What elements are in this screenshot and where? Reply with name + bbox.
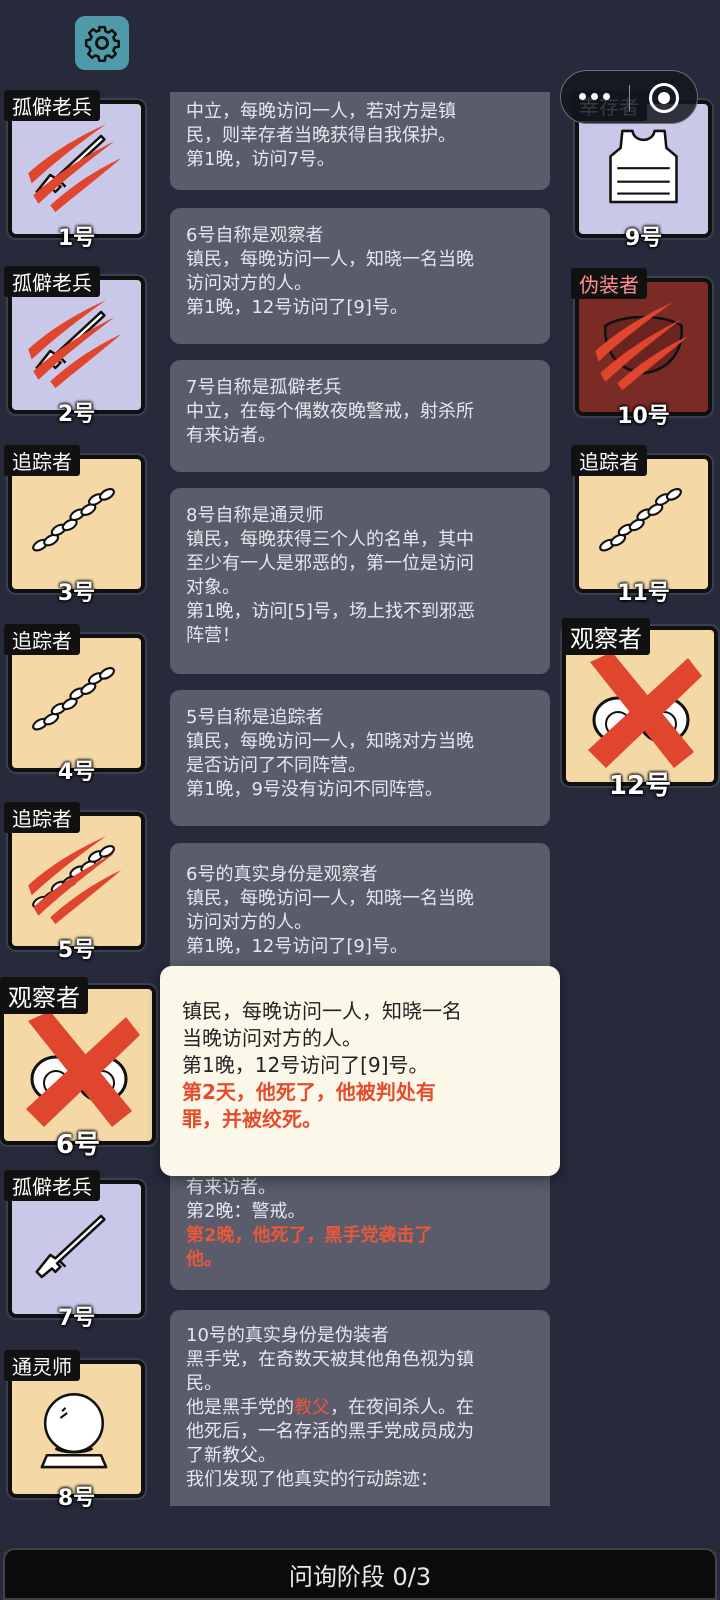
player-number: 12号 [608,771,672,801]
role-tag: 孤僻老兵 [4,90,100,121]
player-card-7[interactable]: 孤僻老兵 7号 [4,1170,145,1331]
log-entry: 6号的真实身份是观察者 镇民，每晚访问一人，知晓一名当晚 访问对方的人。 第1晚… [170,843,550,979]
log-entry: 7号自称是孤僻老兵 中立，在每个偶数夜晚警戒，射杀所 有来访者。 [170,360,550,472]
player-card-6[interactable]: 观察者 6号 [0,977,156,1160]
binoculars-icon [26,1011,140,1127]
role-tag: 孤僻老兵 [4,1170,100,1201]
player-card-2[interactable]: 孤僻老兵 2号 [4,266,145,427]
player-detail-popup[interactable]: 镇民，每晚访问一人，知晓一名 当晚访问对方的人。 第1晚，12号访问了[9]号。… [160,966,560,1176]
rifle-icon [28,124,122,213]
vest-icon [609,129,678,204]
player-card-10[interactable]: 伪装者 10号 [571,268,712,429]
more-icon[interactable] [579,93,610,100]
player-number: 11号 [617,581,670,606]
rifle-icon [35,1214,106,1279]
player-card-1[interactable]: 孤僻老兵 1号 [4,90,145,251]
role-tag: 孤僻老兵 [4,266,100,297]
close-target-icon[interactable] [649,83,679,113]
footprints-icon [30,485,117,554]
log-entry: 有来访者。 第2晚：警戒。 第2晚，他死了，黑手党袭击了 他。 [170,1160,550,1290]
footprints-icon [30,664,117,733]
gear-icon [84,25,121,62]
role-highlight: 教父 [294,1397,330,1418]
player-number: 10号 [617,404,670,429]
binoculars-icon [588,652,702,768]
player-number: 1号 [57,226,96,251]
player-number: 6号 [55,1130,101,1160]
role-tag: 追踪者 [4,624,80,655]
player-card-4[interactable]: 追踪者 4号 [4,624,145,785]
phase-label: 问询阶段 0/3 [288,1562,432,1591]
role-tag: 伪装者 [571,268,647,299]
player-number: 2号 [57,402,96,427]
role-tag: 追踪者 [4,802,80,833]
player-number: 8号 [57,1486,96,1511]
player-card-8[interactable]: 通灵师 8号 [4,1350,145,1511]
player-card-3[interactable]: 追踪者 3号 [4,445,145,606]
mini-program-capsule[interactable] [560,70,698,124]
mask-icon [595,302,689,391]
role-tag: 观察者 [0,977,88,1014]
crystal-ball-icon [40,1393,108,1469]
phase-bar[interactable]: 问询阶段 0/3 [3,1548,717,1600]
player-number: 5号 [57,938,96,963]
settings-button[interactable] [75,16,129,70]
player-card-11[interactable]: 追踪者 11号 [571,445,712,606]
player-card-12[interactable]: 观察者 12号 [562,618,718,801]
player-number: 7号 [57,1306,96,1331]
rifle-icon [28,300,122,389]
player-card-5[interactable]: 追踪者 5号 [4,802,145,963]
role-tag: 追踪者 [571,445,647,476]
log-entry: 5号自称是追踪者 镇民，每晚访问一人，知晓对方当晚 是否访问了不同阵营。 第1晚… [170,690,550,826]
role-tag: 追踪者 [4,445,80,476]
log-entry: 中立，每晚访问一人，若对方是镇 民，则幸存者当晚获得自我保护。 第1晚，访问7号… [170,92,550,190]
log-entry: 8号自称是通灵师 镇民，每晚获得三个人的名单，其中 至少有一人是邪恶的，第一位是… [170,488,550,674]
role-tag: 观察者 [562,618,650,655]
role-tag: 通灵师 [4,1350,80,1381]
footprints-icon [597,485,684,554]
footprints-icon [28,836,122,925]
player-number: 9号 [624,226,663,251]
log-entry: 10号的真实身份是伪装者 黑手党，在奇数天被其他角色视为镇 民。 他是黑手党的教… [170,1310,550,1506]
player-number: 3号 [57,581,96,606]
player-number: 4号 [57,760,96,785]
log-entry: 6号自称是观察者 镇民，每晚访问一人，知晓一名当晚 访问对方的人。 第1晚，12… [170,208,550,344]
